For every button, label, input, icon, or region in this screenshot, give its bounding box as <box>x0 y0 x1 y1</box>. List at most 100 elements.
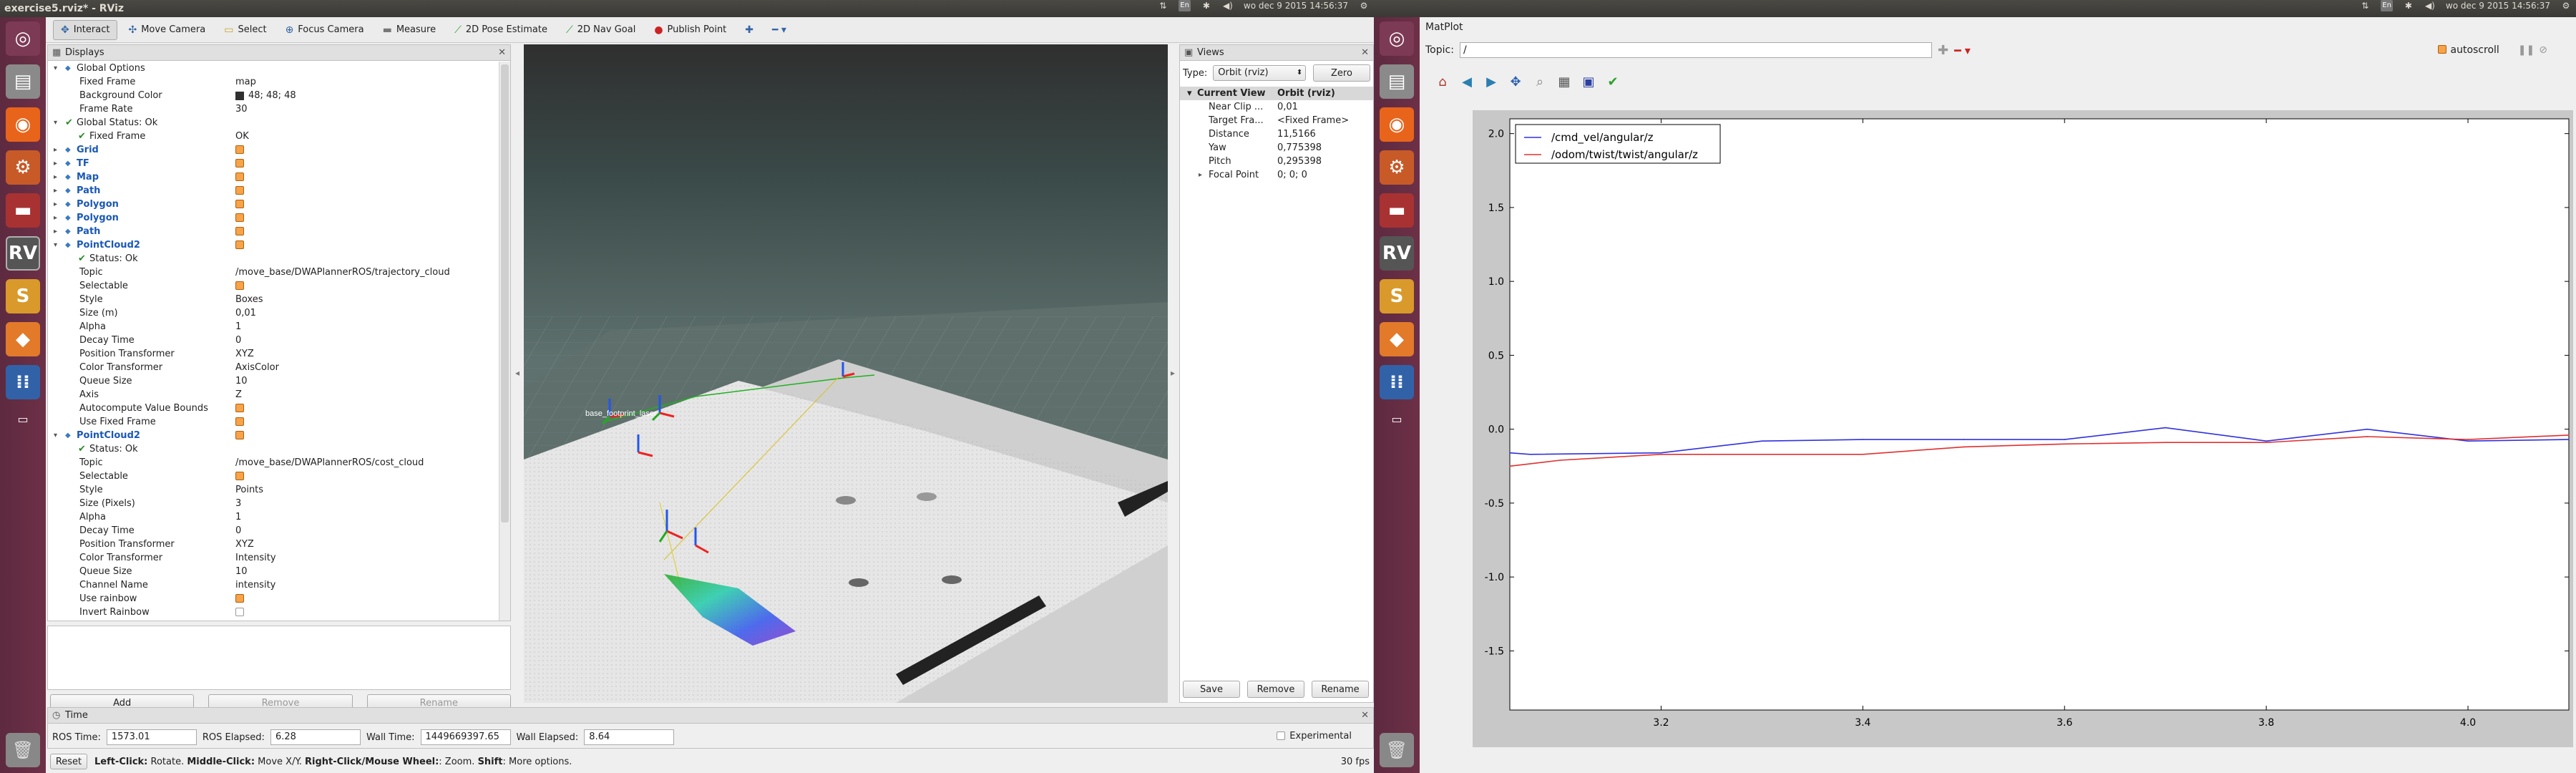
back-icon[interactable]: ◀ <box>1458 73 1475 90</box>
checkbox[interactable] <box>235 471 244 480</box>
close-icon[interactable]: ✕ <box>1361 45 1369 61</box>
subplots-icon[interactable]: ▦ <box>1556 73 1573 90</box>
firefox-icon[interactable]: ◉ <box>1380 107 1414 142</box>
property-value[interactable]: 48; 48; 48 <box>235 89 296 102</box>
checkmark-icon[interactable]: ✔ <box>1604 73 1621 90</box>
display-row[interactable]: Background Color 48; 48; 48 <box>48 89 499 102</box>
display-row[interactable]: Selectable <box>48 470 499 483</box>
collapse-icon[interactable]: ▸ <box>54 157 57 170</box>
view-value[interactable]: 0,775398 <box>1277 141 1322 155</box>
topic-input[interactable]: / <box>1459 42 1932 58</box>
ros-time-field[interactable]: 1573.01 <box>106 729 197 745</box>
tool-move-camera[interactable]: ✣ Move Camera <box>120 20 213 40</box>
collapse-right-icon[interactable]: ▸ <box>1171 368 1175 378</box>
volume-icon[interactable]: ◀) <box>1222 0 1234 11</box>
display-row[interactable]: Invert Rainbow <box>48 606 499 619</box>
line-chart[interactable]: 2.0 1.5 1.0 0.5 0.0 -0.5 -1.0 -1.5 3.2 3.4 3.6 3.8 4… <box>1473 110 2573 747</box>
current-view-row[interactable]: ▾ Current View Orbit (rviz) <box>1180 87 1373 100</box>
expand-icon[interactable]: ▾ <box>1187 87 1192 100</box>
keyboard-layout-icon[interactable]: En <box>2381 0 2393 11</box>
property-value[interactable] <box>235 157 244 170</box>
checkbox[interactable] <box>235 403 244 412</box>
display-row[interactable]: Decay Time 0 <box>48 334 499 347</box>
display-row[interactable]: Position Transformer XYZ <box>48 347 499 361</box>
close-icon[interactable]: ✕ <box>498 45 506 61</box>
property-value[interactable] <box>235 592 244 606</box>
display-row[interactable]: ✔ Status: Ok <box>48 442 499 456</box>
property-value[interactable]: 10 <box>235 374 248 388</box>
property-value[interactable]: AxisColor <box>235 361 279 374</box>
display-row[interactable]: Alpha 1 <box>48 510 499 524</box>
collapse-icon[interactable]: ▸ <box>54 143 57 157</box>
display-row[interactable]: Size (m) 0,01 <box>48 306 499 320</box>
property-value[interactable]: intensity <box>235 578 275 592</box>
display-row[interactable]: Use rainbow <box>48 592 499 606</box>
collapse-left-icon[interactable]: ◂ <box>515 368 519 378</box>
display-row[interactable]: ▾ ◆ Global Options <box>48 62 499 75</box>
display-row[interactable]: Color Transformer AxisColor <box>48 361 499 374</box>
pause-icon[interactable]: ❚❚ <box>2518 44 2534 56</box>
view-value[interactable]: <Fixed Frame> <box>1277 114 1349 127</box>
network-icon[interactable]: ⇅ <box>1157 0 1169 11</box>
display-row[interactable]: Selectable <box>48 279 499 293</box>
display-row[interactable]: ✔ Status: Ok <box>48 252 499 266</box>
display-row[interactable]: Style Points <box>48 483 499 497</box>
property-value[interactable]: 3 <box>235 497 241 510</box>
property-value[interactable] <box>235 606 244 619</box>
zero-button[interactable]: Zero <box>1313 64 1370 82</box>
reset-button[interactable]: Reset <box>50 754 87 769</box>
wall-time-field[interactable]: 1449669397.65 <box>420 729 511 745</box>
display-row[interactable]: ▸ ◆ Polygon <box>48 211 499 225</box>
experimental-checkbox[interactable] <box>1277 731 1286 740</box>
save-icon[interactable]: ▣ <box>1580 73 1597 90</box>
property-value[interactable]: 1 <box>235 320 241 334</box>
view-type-select[interactable]: Orbit (rviz) <box>1213 65 1307 81</box>
view-value[interactable]: 0; 0; 0 <box>1277 168 1307 182</box>
gear-icon[interactable]: ⚙ <box>1358 0 1370 11</box>
bluetooth-icon[interactable]: ✱ <box>1201 0 1212 11</box>
property-value[interactable] <box>235 211 244 225</box>
forward-icon[interactable]: ▶ <box>1483 73 1500 90</box>
scroll-thumb[interactable] <box>501 64 509 522</box>
property-value[interactable] <box>235 279 244 293</box>
checkbox[interactable] <box>235 240 244 249</box>
property-value[interactable]: 10 <box>235 565 248 578</box>
rviz-icon[interactable]: RV <box>6 236 40 271</box>
checkbox[interactable] <box>235 417 244 426</box>
property-value[interactable]: 1 <box>235 510 241 524</box>
property-value[interactable] <box>235 198 244 211</box>
remove-topic-icon[interactable]: ━ ▾ <box>1954 44 1971 57</box>
apps-grid-icon[interactable]: ⁞⁞ <box>6 365 40 399</box>
property-value[interactable]: 0 <box>235 524 241 538</box>
package-icon[interactable]: ◆ <box>6 322 40 356</box>
workspace-icon[interactable]: ▭ <box>1380 408 1414 429</box>
rviz-icon[interactable]: RV <box>1380 236 1414 271</box>
view-property-row[interactable]: Near Clip ... 0,01 <box>1180 100 1373 114</box>
tool-select[interactable]: ▭ Select <box>216 20 274 40</box>
ros-elapsed-field[interactable]: 6.28 <box>270 729 361 745</box>
collapse-icon[interactable]: ▸ <box>54 198 57 211</box>
tool-measure[interactable]: ▬ Measure <box>375 20 444 40</box>
property-value[interactable] <box>235 429 244 442</box>
property-value[interactable]: OK <box>235 130 249 143</box>
expand-icon[interactable]: ▾ <box>54 62 57 75</box>
gear-icon[interactable]: ⚙ <box>2560 0 2572 11</box>
property-value[interactable] <box>235 170 244 184</box>
view-value[interactable]: 0,01 <box>1277 100 1298 114</box>
display-row[interactable]: Alpha 1 <box>48 320 499 334</box>
sublime-icon[interactable]: S <box>1380 279 1414 313</box>
apps-grid-icon[interactable]: ⁞⁞ <box>1380 365 1414 399</box>
collapse-icon[interactable]: ▸ <box>54 170 57 184</box>
display-row[interactable]: Topic/move_base/DWAPlannerROS/cost_cloud <box>48 456 499 470</box>
property-value[interactable] <box>235 470 244 483</box>
property-value[interactable] <box>235 225 244 238</box>
network-icon[interactable]: ⇅ <box>2359 0 2371 11</box>
property-value[interactable]: Z <box>235 388 242 402</box>
clock[interactable]: wo dec 9 2015 14:56:37 <box>2446 0 2550 11</box>
volume-icon[interactable]: ◀) <box>2424 0 2436 11</box>
save-button[interactable]: Save <box>1183 681 1240 698</box>
view-property-row[interactable]: Target Fra... <Fixed Frame> <box>1180 114 1373 127</box>
checkbox[interactable] <box>235 430 244 439</box>
trash-icon[interactable]: 🗑 <box>6 733 40 767</box>
display-row[interactable]: ▸ ◆ Grid <box>48 143 499 157</box>
